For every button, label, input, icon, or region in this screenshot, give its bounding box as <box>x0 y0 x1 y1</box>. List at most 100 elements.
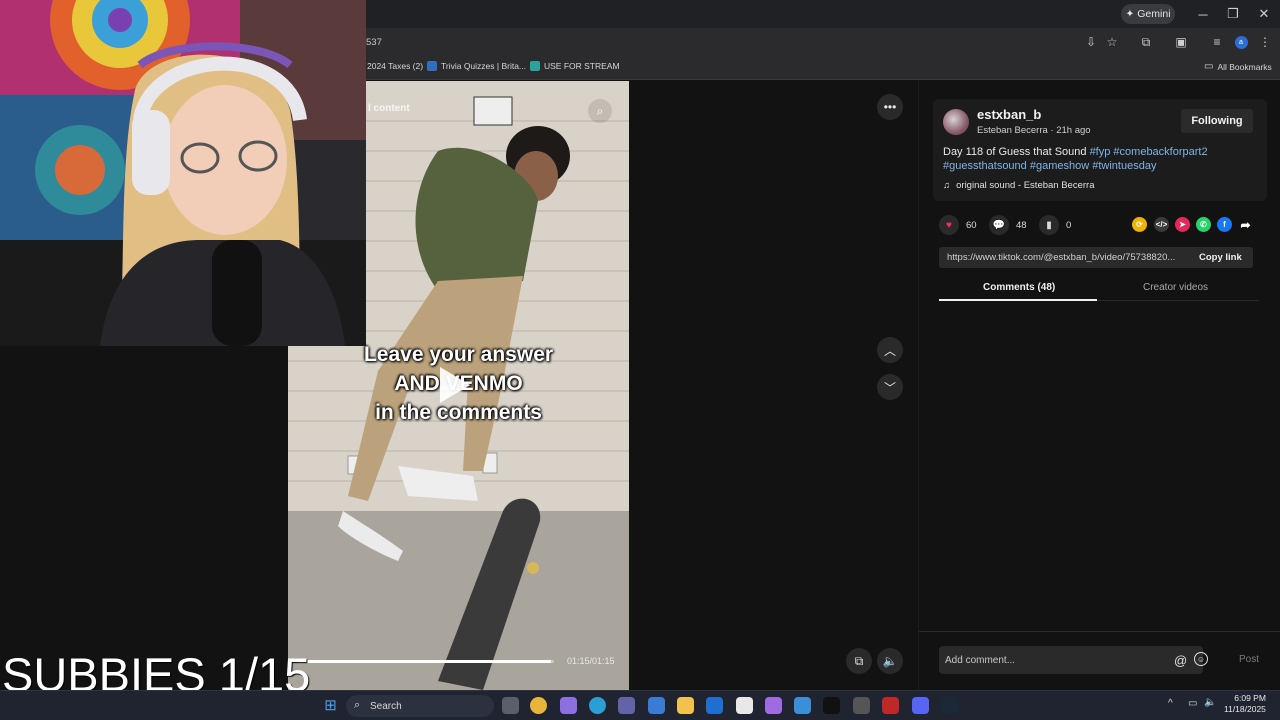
bookmark-taxes[interactable]: 2024 Taxes (2) <box>367 61 423 71</box>
copy-link-button[interactable]: Copy link <box>1199 252 1242 263</box>
gemini-button[interactable]: ✦ Gemini <box>1121 4 1175 24</box>
star-icon[interactable]: ☆ <box>1104 34 1120 50</box>
share-link-box: https://www.tiktok.com/@estxban_b/video/… <box>939 247 1253 268</box>
task-view-icon[interactable] <box>502 697 519 714</box>
like-button[interactable]: ♥ 60 <box>939 215 977 235</box>
tab-search-icon[interactable]: ▣ <box>1173 34 1189 50</box>
send-icon[interactable]: ➤ <box>1175 217 1190 232</box>
facebook-icon[interactable]: f <box>1217 217 1232 232</box>
comment-input[interactable] <box>939 646 1203 674</box>
sound-label: original sound - Esteban Becerra <box>956 180 1095 191</box>
all-bookmarks-label: All Bookmarks <box>1217 61 1272 72</box>
pip-icon[interactable]: ⧉ <box>846 648 872 674</box>
whatsapp-icon[interactable]: ✆ <box>1196 217 1211 232</box>
install-app-icon[interactable]: ⇩ <box>1083 34 1099 50</box>
sound-link[interactable]: ♫ original sound - Esteban Becerra <box>943 180 1094 191</box>
chevron-down-icon[interactable]: ﹀ <box>877 374 903 400</box>
m365-icon[interactable] <box>765 697 782 714</box>
trivia-favicon-icon <box>427 61 437 71</box>
clock-date: 11/18/2025 <box>1224 704 1266 714</box>
heart-icon: ♥ <box>939 215 959 235</box>
folder-icon: ▭ <box>1204 61 1214 72</box>
teams-icon[interactable] <box>618 697 635 714</box>
hashtag-twintuesday[interactable]: #twintuesday <box>1092 160 1156 172</box>
windows-taskbar: ⊞ ⌕ Search ^ ▭ 🔈 6:09 PM 11/18/2025 <box>0 690 1280 720</box>
post-description: Day 118 of Guess that Sound #fyp #comeba… <box>943 145 1233 173</box>
share-arrow-icon[interactable]: ➦ <box>1238 217 1253 232</box>
webcam-feed <box>0 0 366 346</box>
restore-icon[interactable]: ❐ <box>1218 0 1248 28</box>
embed-icon[interactable]: </> <box>1154 217 1169 232</box>
comment-count: 48 <box>1016 219 1027 231</box>
extensions-icon[interactable]: ⧉ <box>1138 34 1154 50</box>
more-options-icon[interactable]: ••• <box>877 94 903 120</box>
emoji-icon[interactable]: ☺ <box>1194 652 1208 666</box>
comment-bar: @ ☺ Post <box>919 631 1280 690</box>
windows-start-icon[interactable]: ⊞ <box>322 697 339 714</box>
hashtag-fyp[interactable]: #fyp <box>1090 146 1111 158</box>
volume-icon[interactable]: 🔈 <box>877 648 903 674</box>
mention-icon[interactable]: @ <box>1174 653 1187 668</box>
app-icon[interactable] <box>882 697 899 714</box>
edge-icon[interactable] <box>589 697 606 714</box>
copilot-icon[interactable] <box>560 697 577 714</box>
media-icon[interactable]: ≡ <box>1209 34 1225 50</box>
comment-button[interactable]: 💬 48 <box>989 215 1027 235</box>
video-progress-bar[interactable] <box>298 660 554 663</box>
minimize-icon[interactable]: ─ <box>1188 0 1218 28</box>
app-icon[interactable] <box>794 697 811 714</box>
address-bar-text[interactable]: 537 <box>366 37 382 48</box>
app-icon[interactable] <box>853 697 870 714</box>
bookmark-icon: ▮ <box>1039 215 1059 235</box>
profile-avatar[interactable]: a <box>1233 34 1249 50</box>
bookmark-label: USE FOR STREAM <box>544 61 620 71</box>
webcam-overlay <box>0 0 366 346</box>
kebab-menu-icon[interactable]: ⋮ <box>1257 34 1273 50</box>
display-icon[interactable]: ▭ <box>1188 698 1197 709</box>
taskbar-clock[interactable]: 6:09 PM 11/18/2025 <box>1224 693 1266 715</box>
post-link[interactable]: https://www.tiktok.com/@estxban_b/video/… <box>947 252 1187 263</box>
bookmark-stream[interactable]: USE FOR STREAM <box>530 61 620 71</box>
all-bookmarks[interactable]: ▭ All Bookmarks <box>1204 61 1272 72</box>
tray-chevron-icon[interactable]: ^ <box>1168 698 1173 709</box>
search-icon[interactable]: ⌕ <box>588 99 612 123</box>
cursor-app-icon[interactable] <box>823 697 840 714</box>
discord-icon[interactable] <box>912 697 929 714</box>
file-explorer-icon[interactable] <box>677 697 694 714</box>
hashtag-comebackforpart2[interactable]: #comebackforpart2 <box>1113 146 1207 158</box>
caption-line-3: in the comments <box>375 401 542 424</box>
store-icon[interactable] <box>736 697 753 714</box>
gemini-label: Gemini <box>1137 8 1171 20</box>
username[interactable]: estxban_b <box>977 107 1041 122</box>
app-icon[interactable] <box>648 697 665 714</box>
avatar[interactable] <box>943 109 969 135</box>
video-progress-fill <box>298 660 552 663</box>
outlook-icon[interactable] <box>706 697 723 714</box>
taskbar-search[interactable]: ⌕ Search <box>346 695 494 717</box>
volume-icon[interactable]: 🔈 <box>1204 697 1216 708</box>
close-icon[interactable]: ✕ <box>1249 0 1279 28</box>
following-button[interactable]: Following <box>1181 109 1253 133</box>
save-button[interactable]: ▮ 0 <box>1039 215 1071 235</box>
tab-creator-videos[interactable]: Creator videos <box>1143 282 1208 293</box>
action-bar: ♥ 60 💬 48 ▮ 0 ⟳ </> ➤ ✆ f ➦ <box>939 215 1259 235</box>
taskbar-search-label: Search <box>370 700 402 712</box>
panel-tabs: Comments (48) Creator videos <box>939 277 1259 301</box>
active-tab-underline <box>939 299 1097 301</box>
hashtag-gameshow[interactable]: #gameshow <box>1030 160 1089 172</box>
steam-icon[interactable] <box>941 697 958 714</box>
chrome-icon[interactable] <box>530 697 547 714</box>
hashtag-guessthatsound[interactable]: #guessthatsound <box>943 160 1027 172</box>
bookmark-trivia[interactable]: Trivia Quizzes | Brita... <box>427 61 526 71</box>
play-icon[interactable] <box>440 367 470 403</box>
repost-icon[interactable]: ⟳ <box>1132 217 1147 232</box>
bookmark-label: 2024 Taxes (2) <box>367 61 424 71</box>
chevron-up-icon[interactable]: ︿ <box>877 337 903 363</box>
save-count: 0 <box>1066 219 1072 231</box>
post-side-panel: estxban_b Esteban Becerra · 21h ago Foll… <box>918 81 1280 690</box>
clock-time: 6:09 PM <box>1234 693 1266 703</box>
comment-icon: 💬 <box>989 215 1009 235</box>
post-button[interactable]: Post <box>1239 654 1259 665</box>
post-info-card: estxban_b Esteban Becerra · 21h ago Foll… <box>933 99 1267 201</box>
tab-comments[interactable]: Comments (48) <box>983 282 1055 293</box>
